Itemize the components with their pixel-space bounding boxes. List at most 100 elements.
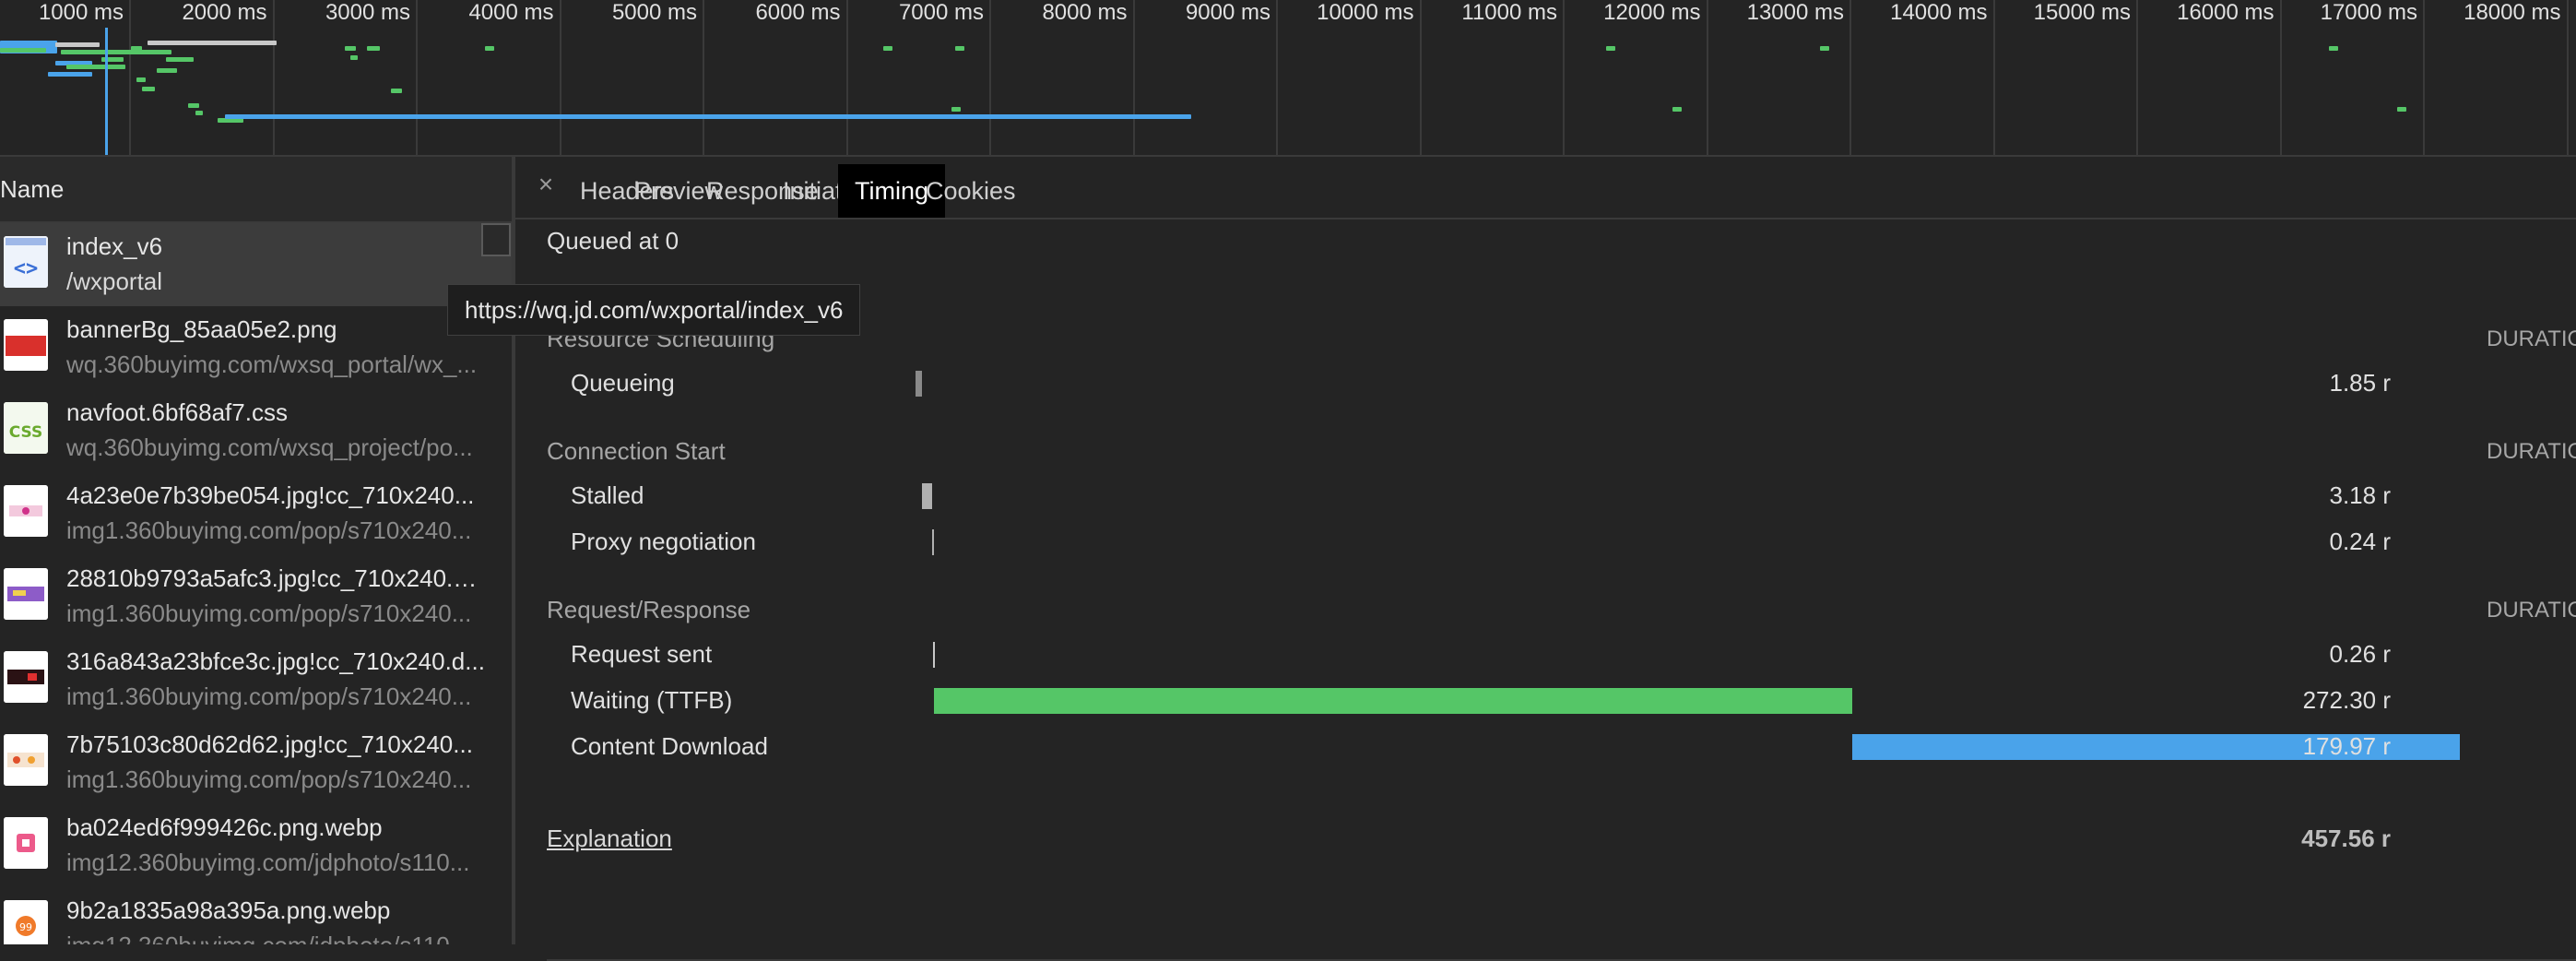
phase-label: Content Download [571,732,768,760]
grid-line [2279,0,2282,155]
requests-pane: Name <> index_v6/wxportal bannerBg_85aa05e… [0,157,515,944]
request-row[interactable]: 7b75103c80d62d62.jpg!cc_710x240... img1.3… [0,721,512,804]
grid-line [2566,0,2569,155]
tick-label: 8000 ms [1042,0,1128,25]
waterfall-bar [225,114,1191,119]
tab-cookies[interactable]: Cookies [909,164,1033,218]
grid-line [2423,0,2425,155]
row-checkbox[interactable] [481,223,511,256]
request-url: img1.360buyimg.com/pop/s710x240... [66,516,472,544]
grid-line [1276,0,1278,155]
waterfall-bar [2329,46,2338,51]
timing-bar [934,688,1853,714]
image-thumbnail [4,734,48,786]
grid-line [1419,0,1422,155]
explanation-link[interactable]: Explanation [547,825,672,853]
overview-timeline[interactable]: 1000 ms 2000 ms 3000 ms 4000 ms 5000 ms 6000 … [0,0,2576,157]
request-url: wq.360buyimg.com/wxsq_project/po... [66,433,473,461]
section-title: Request/Response [547,596,751,623]
tick-label: 12000 ms [1603,0,1701,25]
tick-label: 7000 ms [898,0,984,25]
waterfall-bar [157,68,177,73]
request-url: img12.360buyimg.com/jdphoto/s110... [66,931,486,944]
tick-label: 2000 ms [182,0,267,25]
waterfall-bar [345,46,356,51]
waterfall-bar [61,50,171,54]
waterfall-bar [195,111,203,115]
waterfall-bar [883,46,892,51]
waterfall-bar [188,103,199,108]
grid-line [1992,0,1995,155]
request-row[interactable]: CSS navfoot.6bf68af7.css wq.360buyimg.com/… [0,389,512,472]
phase-duration: 3.18 r [2329,481,2392,509]
request-url: wq.360buyimg.com/wxsq_portal/wx_... [66,350,478,378]
waterfall-bar [1820,46,1829,51]
tick-label: 3000 ms [325,0,410,25]
request-row[interactable]: ba024ed6f999426c.png.webp img12.360buyimg… [0,804,512,887]
grid-line [559,0,561,155]
tick-label: 5000 ms [611,0,697,25]
grid-line [1563,0,1565,155]
image-thumbnail: 99 [4,900,48,944]
phase-duration: 0.24 r [2329,528,2392,555]
request-name: 9b2a1835a98a395a.png.webp [66,896,391,924]
tick-label: 18000 ms [2464,0,2561,25]
url-tooltip: https://wq.jd.com/wxportal/index_v6 [447,284,861,336]
waterfall-bar [2397,107,2406,112]
tick-label: 1000 ms [38,0,124,25]
waterfall-bar [1672,107,1682,112]
request-name: 7b75103c80d62d62.jpg!cc_710x240... [66,730,473,758]
tick-label: 16000 ms [2177,0,2275,25]
timing-bar [916,371,922,397]
grid-line [703,0,704,155]
request-row[interactable]: 316a843a23bfce3c.jpg!cc_710x240.d... img1… [0,638,512,721]
grid-line [416,0,418,155]
request-list: <> index_v6/wxportal bannerBg_85aa05e2.png… [0,223,512,944]
grid-line [845,0,848,155]
phase-label: Queueing [571,369,675,397]
request-url: /wxportal [66,267,163,295]
timing-bar [932,529,935,555]
section-title: Connection Start [547,437,726,465]
phase-duration: 179.97 r [2302,732,2391,760]
waterfall-bar [955,46,964,51]
waterfall-bar [55,42,100,47]
waterfall-bar [66,65,125,69]
svg-text:99: 99 [19,921,32,933]
name-column-header[interactable]: Name [0,157,512,223]
timing-bar [933,642,936,668]
request-url: img12.360buyimg.com/jdphoto/s110... [66,848,470,876]
image-thumbnail [4,651,48,703]
tick-label: 9000 ms [1185,0,1270,25]
grid-line [272,0,275,155]
request-row[interactable]: 99 9b2a1835a98a395a.png.webp img12.360buyi… [0,887,512,944]
details-pane: × Headers Preview Response Initiator Timing C… [515,157,2576,961]
phase-label: Request sent [571,640,713,668]
request-url: img1.360buyimg.com/pop/s710x240... [66,599,472,627]
overview-cursor[interactable] [105,28,108,155]
image-thumbnail [4,485,48,537]
tick-label: 6000 ms [755,0,841,25]
request-name: ba024ed6f999426c.png.webp [66,813,383,841]
grid-line [1132,0,1135,155]
waterfall-bar [485,46,494,51]
css-icon: CSS [4,402,48,454]
duration-header: DURATIO [2487,598,2576,623]
request-row[interactable]: 4a23e0e7b39be054.jpg!cc_710x240... img1.3… [0,472,512,555]
close-icon[interactable]: × [532,170,560,199]
duration-header: DURATIO [2487,326,2576,351]
request-row[interactable]: 28810b9793a5afc3.jpg!cc_710x240.d... img1… [0,555,512,638]
request-row[interactable]: <> index_v6/wxportal [0,223,512,306]
tick-label: 11000 ms [1461,0,1557,25]
grid-line [1706,0,1708,155]
waterfall-bar [951,107,961,112]
waterfall-bar [48,72,92,77]
total-duration: 457.56 r [2301,825,2391,852]
request-name: 28810b9793a5afc3.jpg!cc_710x240.d... [66,564,486,592]
svg-text:<>: <> [14,257,39,280]
request-name: 316a843a23bfce3c.jpg!cc_710x240.d... [66,647,485,675]
request-row[interactable]: bannerBg_85aa05e2.png wq.360buyimg.com/wx… [0,306,512,389]
waterfall-bar [0,48,46,53]
tick-label: 10000 ms [1317,0,1414,25]
waterfall-bar [166,57,194,62]
